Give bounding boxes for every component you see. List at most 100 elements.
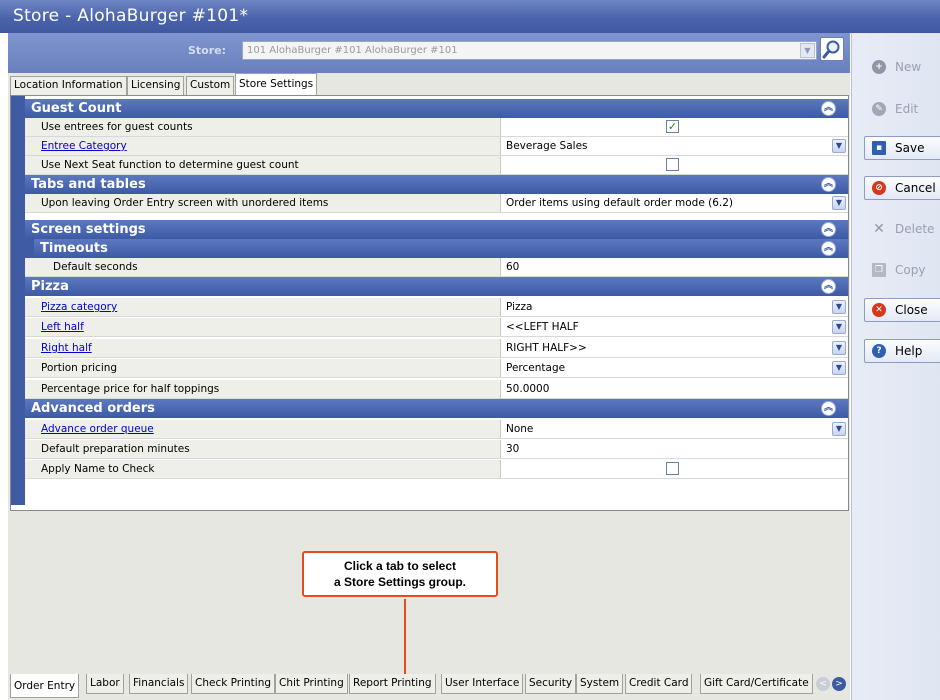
setting-dropdown[interactable]: Beverage Sales ▼	[502, 137, 848, 155]
store-select-value: 101 AlohaBurger #101 AlohaBurger #101	[247, 45, 458, 56]
chevron-down-icon[interactable]: ▼	[832, 341, 846, 355]
store-selector-bar: Store: 101 AlohaBurger #101 AlohaBurger …	[8, 33, 850, 73]
setting-label: Use Next Seat function to determine gues…	[25, 156, 501, 174]
setting-dropdown[interactable]: <<LEFT HALF ▼	[502, 318, 848, 336]
bottom-tabs: Order Entry Labor Financials Check Print…	[10, 674, 849, 698]
chevron-down-icon[interactable]: ▼	[800, 43, 815, 58]
setting-dropdown[interactable]: Percentage ▼	[502, 359, 848, 377]
dropdown-value: RIGHT HALF>>	[506, 342, 587, 354]
setting-value: ✓	[502, 118, 848, 136]
button-label: Copy	[895, 263, 926, 277]
callout-line-2: a Store Settings group.	[333, 575, 466, 589]
chevron-down-icon[interactable]: ▼	[832, 300, 846, 314]
tab-location-information[interactable]: Location Information	[10, 76, 127, 95]
chevron-down-icon[interactable]: ▼	[832, 139, 846, 153]
group-header-pizza[interactable]: Pizza ︽	[25, 277, 848, 296]
scroll-left-icon[interactable]: <	[816, 677, 830, 691]
copy-button[interactable]: ❐ Copy	[864, 258, 940, 282]
collapse-icon[interactable]: ︽	[821, 222, 836, 237]
chevron-down-icon[interactable]: ▼	[832, 361, 846, 375]
button-label: Help	[895, 344, 923, 358]
setting-input[interactable]: 50.0000	[502, 380, 848, 398]
group-title: Timeouts	[40, 241, 108, 256]
collapse-icon[interactable]: ︽	[821, 177, 836, 192]
delete-button[interactable]: ✕ Delete	[864, 217, 940, 241]
help-button[interactable]: ? Help	[864, 339, 940, 363]
close-button[interactable]: ✕ Close	[864, 298, 940, 322]
setting-row: Percentage price for half toppings 50.00…	[25, 380, 848, 399]
checkbox-checked[interactable]: ✓	[666, 120, 679, 133]
setting-dropdown[interactable]: RIGHT HALF>> ▼	[502, 339, 848, 357]
chevron-down-icon[interactable]: ▼	[832, 320, 846, 334]
tab-order-entry[interactable]: Order Entry	[10, 674, 80, 698]
tab-financials[interactable]: Financials	[129, 674, 189, 694]
tab-licensing[interactable]: Licensing	[127, 76, 185, 95]
setting-link[interactable]: Entree Category	[41, 140, 127, 152]
tab-gift-card-certificate[interactable]: Gift Card/Certificate	[700, 674, 813, 694]
setting-row: Default preparation minutes 30	[25, 440, 848, 459]
tab-store-settings[interactable]: Store Settings	[235, 73, 318, 95]
tab-labor[interactable]: Labor	[86, 674, 124, 694]
store-select[interactable]: 101 AlohaBurger #101 AlohaBurger #101 ▼	[242, 41, 817, 60]
pencil-icon: ✎	[872, 102, 886, 116]
setting-label: Left half	[25, 318, 501, 336]
setting-label: Pizza category	[25, 298, 501, 316]
edit-button[interactable]: ✎ Edit	[864, 97, 940, 121]
tab-system[interactable]: System	[576, 674, 624, 694]
collapse-icon[interactable]: ︽	[821, 401, 836, 416]
group-header-tabs-and-tables[interactable]: Tabs and tables ︽	[25, 175, 848, 194]
setting-row: Use Next Seat function to determine gues…	[25, 156, 848, 175]
group-header-screen-settings[interactable]: Screen settings ︽	[25, 220, 848, 239]
setting-label: Right half	[25, 339, 501, 357]
new-button[interactable]: + New	[864, 55, 940, 79]
scroll-right-icon[interactable]: >	[832, 677, 846, 691]
callout-box: Click a tab to select a Store Settings g…	[302, 551, 498, 597]
collapse-icon[interactable]: ︽	[821, 279, 836, 294]
cancel-button[interactable]: ⊘ Cancel	[864, 176, 940, 200]
floppy-disk-icon: ▪	[872, 141, 886, 155]
tab-report-printing[interactable]: Report Printing	[349, 674, 436, 694]
tab-custom[interactable]: Custom	[186, 76, 235, 95]
tab-credit-card[interactable]: Credit Card	[625, 674, 693, 694]
subgroup-header-timeouts[interactable]: Timeouts ︽	[34, 239, 848, 258]
tab-chit-printing[interactable]: Chit Printing	[275, 674, 348, 694]
checkbox-unchecked[interactable]	[666, 462, 679, 475]
setting-row: Entree Category Beverage Sales ▼	[25, 137, 848, 156]
tab-user-interface[interactable]: User Interface	[441, 674, 524, 694]
setting-input[interactable]: 30	[502, 440, 848, 458]
setting-dropdown[interactable]: Order items using default order mode (6.…	[502, 194, 848, 212]
tab-check-printing[interactable]: Check Printing	[191, 674, 276, 694]
tab-security[interactable]: Security	[525, 674, 577, 694]
cancel-icon: ⊘	[872, 181, 886, 195]
group-header-guest-count[interactable]: Guest Count ︽	[25, 99, 848, 118]
setting-label: Portion pricing	[25, 359, 501, 377]
setting-link[interactable]: Advance order queue	[41, 423, 154, 435]
setting-dropdown[interactable]: None ▼	[502, 420, 848, 438]
group-header-advanced-orders[interactable]: Advanced orders ︽	[25, 399, 848, 418]
search-button[interactable]	[820, 37, 844, 61]
setting-row: Use entrees for guest counts ✓	[25, 118, 848, 137]
setting-link[interactable]: Right half	[41, 342, 92, 354]
setting-row: Portion pricing Percentage ▼	[25, 359, 848, 378]
setting-link[interactable]: Left half	[41, 321, 84, 333]
setting-dropdown[interactable]: Pizza ▼	[502, 298, 848, 316]
magnifier-icon	[822, 40, 840, 59]
setting-link[interactable]: Pizza category	[41, 301, 117, 313]
group-title: Advanced orders	[31, 401, 155, 416]
setting-label: Default seconds	[25, 258, 501, 276]
checkbox-unchecked[interactable]	[666, 158, 679, 171]
collapse-icon[interactable]: ︽	[821, 101, 836, 116]
setting-row: Pizza category Pizza ▼	[25, 298, 848, 317]
chevron-down-icon[interactable]: ▼	[832, 196, 846, 210]
setting-value	[502, 156, 848, 174]
setting-label: Advance order queue	[25, 420, 501, 438]
chevron-down-icon[interactable]: ▼	[832, 422, 846, 436]
plus-icon: +	[872, 60, 886, 74]
save-button[interactable]: ▪ Save	[864, 136, 940, 160]
setting-row: Apply Name to Check	[25, 460, 848, 479]
setting-input[interactable]: 60	[502, 258, 848, 276]
collapse-icon[interactable]: ︽	[821, 241, 836, 256]
button-label: Cancel	[895, 181, 936, 195]
group-title: Screen settings	[31, 222, 146, 237]
callout-line-1: Click a tab to select	[343, 559, 457, 573]
